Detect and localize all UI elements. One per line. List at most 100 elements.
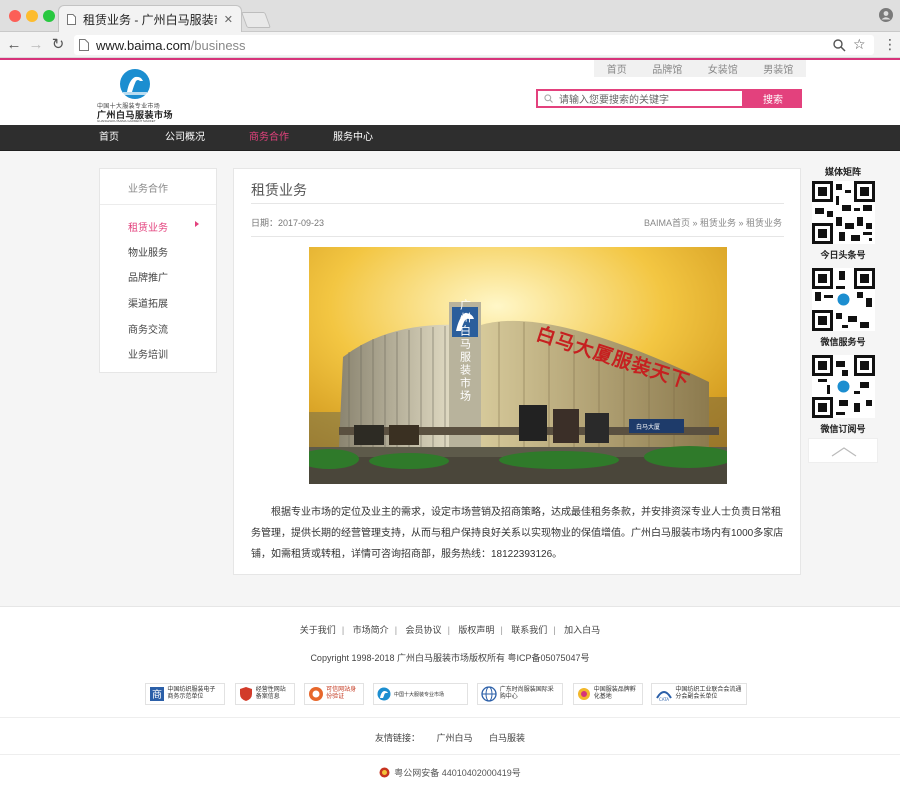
toutiao-qr-code[interactable] xyxy=(812,181,875,244)
sidebar-title: 业务合作 xyxy=(128,184,168,195)
media-title: 媒体矩阵 xyxy=(824,167,861,177)
close-tab-icon[interactable]: ✕ xyxy=(224,13,233,26)
horse-logo-icon xyxy=(120,69,150,99)
browser-tab-strip: 租赁业务 - 广州白马服装市场官方网站 ✕ xyxy=(0,0,900,33)
badge-site-record[interactable]: 经营性网站备案信息 xyxy=(235,683,295,705)
sidebar-item-channel[interactable]: 渠道拓展 xyxy=(128,295,168,310)
friend-links: 友情链接： 广州白马 白马服装 xyxy=(0,731,900,744)
svg-text:商: 商 xyxy=(152,688,162,701)
close-window-button[interactable] xyxy=(9,10,21,22)
main-navigation: 首页 公司概况 商务合作 服务中心 xyxy=(0,125,900,151)
url-text: www.baima.com/business xyxy=(96,38,246,53)
building-photo: 广州白马服装市场 白马大厦服装天下 白马大厦 xyxy=(309,247,727,484)
top-link-womens[interactable]: 女装馆 xyxy=(708,61,738,76)
nav-business[interactable]: 商务合作 xyxy=(249,125,289,151)
maximize-window-button[interactable] xyxy=(43,10,55,22)
page-icon xyxy=(67,14,76,25)
shield-icon xyxy=(240,687,252,701)
title-divider xyxy=(251,203,784,204)
vertical-sign: 广州白马服装市场 xyxy=(459,299,472,403)
incubation-badge-icon xyxy=(578,688,590,700)
top-link-home[interactable]: 首页 xyxy=(607,61,627,76)
footer-divider xyxy=(0,754,900,755)
top-links: 首页 品牌馆 女装馆 男装馆 xyxy=(594,60,806,77)
page-info-icon[interactable] xyxy=(79,39,89,51)
police-emblem-icon xyxy=(379,767,390,778)
trusted-badge-icon xyxy=(309,687,323,701)
article-body: 根据专业市场的定位及业主的需求，设定市场营销及招商策略，达成最佳租务条款，并安排… xyxy=(251,507,784,560)
police-record[interactable]: 粤公网安备 44010402000419号 xyxy=(0,766,900,779)
badge-federation[interactable]: CATA 中国纺织工业联合会流通分会副会长单位 xyxy=(651,683,747,705)
footer-link-join[interactable]: 加入白马 xyxy=(558,625,606,635)
badge-incubation-base[interactable]: 中国服装品牌孵化基地 xyxy=(573,683,643,705)
article-panel: 租赁业务 日期：2017-09-23 BAIMA首页 » 租赁业务 » 租赁业务… xyxy=(233,168,801,575)
bookmark-star-icon[interactable]: ☆ xyxy=(853,36,866,53)
sidebar-item-leasing[interactable]: 租赁业务 xyxy=(128,219,168,234)
back-arrow-icon[interactable]: ← xyxy=(6,36,22,54)
address-toolbar: ← → ↻ www.baima.com/business ☆ ⋮ xyxy=(0,32,900,58)
sidebar-item-exchange[interactable]: 商务交流 xyxy=(128,321,168,336)
footer-link-agreement[interactable]: 会员协议 xyxy=(400,625,448,635)
address-bar[interactable]: www.baima.com/business ☆ xyxy=(74,35,874,55)
footer-link-copyright[interactable]: 版权声明 xyxy=(452,625,500,635)
copyright-text: Copyright 1998-2018 广州白马服装市场版权所有 粤ICP备05… xyxy=(310,653,590,663)
nav-service[interactable]: 服务中心 xyxy=(333,125,373,151)
badge-top-ten-market[interactable]: 中国十大服装专业市场 xyxy=(373,683,468,705)
sidebar-menu: 业务合作 租赁业务 物业服务 品牌推广 渠道拓展 商务交流 业务培训 xyxy=(99,168,217,373)
globe-icon xyxy=(481,686,497,702)
minimize-window-button[interactable] xyxy=(26,10,38,22)
forward-arrow-icon[interactable]: → xyxy=(28,36,44,54)
site-footer: 关于我们 | 市场简介 | 会员协议 | 版权声明 | 联系我们 | 加入白马 Copyr… xyxy=(0,606,900,795)
profile-icon[interactable] xyxy=(879,8,893,22)
horse-logo-icon xyxy=(377,687,391,701)
badge-ecommerce[interactable]: 商 中国纺织服装电子商务示范单位 xyxy=(145,683,225,705)
footer-link-about[interactable]: 关于我们 xyxy=(294,625,342,635)
storefront-sign: 白马大厦 xyxy=(636,423,660,431)
back-to-top-button[interactable] xyxy=(808,438,878,463)
federation-badge-icon: CATA xyxy=(656,691,672,702)
breadcrumb[interactable]: BAIMA首页 » 租赁业务 » 租赁业务 xyxy=(644,216,782,229)
ecommerce-badge-icon: 商 xyxy=(150,687,164,701)
sidebar-item-training[interactable]: 业务培训 xyxy=(128,346,168,361)
meta-divider xyxy=(251,236,784,237)
zoom-icon[interactable] xyxy=(833,39,846,52)
badge-trusted-site[interactable]: 可信网站身份验证 xyxy=(304,683,364,705)
article-date: 日期：2017-09-23 xyxy=(251,218,325,228)
certification-badges: 商 中国纺织服装电子商务示范单位 经营性网站备案信息 可信网站身份验证 中国十大… xyxy=(145,683,755,705)
footer-link-contact[interactable]: 联系我们 xyxy=(505,625,553,635)
friend-link-baima-garment[interactable]: 白马服装 xyxy=(482,733,532,743)
qr-caption-toutiao: 今日头条号 xyxy=(820,250,866,260)
nav-company[interactable]: 公司概况 xyxy=(165,125,205,151)
menu-dots-icon[interactable]: ⋮ xyxy=(883,36,897,52)
top-link-mens[interactable]: 男装馆 xyxy=(763,61,793,76)
chevron-up-icon xyxy=(831,447,857,457)
logo-english: GUANGZHOU BAIMA GARMENT MARKET xyxy=(97,119,156,123)
friend-links-label: 友情链接： xyxy=(374,733,420,743)
friend-link-baima[interactable]: 广州白马 xyxy=(429,733,479,743)
search-icon xyxy=(544,94,553,103)
footer-divider xyxy=(0,717,900,718)
site-logo[interactable]: 中国十大服装专业市场 广州白马服装市场 GUANGZHOU BAIMA GARM… xyxy=(97,68,177,123)
top-link-brands[interactable]: 品牌馆 xyxy=(652,61,682,76)
nav-home[interactable]: 首页 xyxy=(99,125,119,151)
site-header: 中国十大服装专业市场 广州白马服装市场 GUANGZHOU BAIMA GARM… xyxy=(0,60,900,125)
search-input[interactable]: 请输入您要搜索的关键字 xyxy=(536,89,744,108)
badge-procurement-center[interactable]: 广东时尚服装国际采购中心 xyxy=(477,683,563,705)
qr-caption-wechat-service: 微信服务号 xyxy=(820,337,866,347)
reload-icon[interactable]: ↻ xyxy=(50,36,66,54)
svg-text:CATA: CATA xyxy=(659,697,669,702)
sidebar-item-property[interactable]: 物业服务 xyxy=(128,244,168,259)
sidebar-item-brand[interactable]: 品牌推广 xyxy=(128,269,168,284)
footer-links: 关于我们 | 市场简介 | 会员协议 | 版权声明 | 联系我们 | 加入白马 xyxy=(0,623,900,636)
wechat-subscribe-qr-code[interactable] xyxy=(812,355,875,418)
search-button[interactable]: 搜索 xyxy=(744,89,802,108)
wechat-service-qr-code[interactable] xyxy=(812,268,875,331)
tab-title: 租赁业务 - 广州白马服装市场官方网站 xyxy=(83,13,217,27)
browser-tab-active[interactable]: 租赁业务 - 广州白马服装市场官方网站 ✕ xyxy=(58,5,242,33)
footer-link-intro[interactable]: 市场简介 xyxy=(347,625,395,635)
sidebar-divider xyxy=(100,204,216,205)
search-placeholder: 请输入您要搜索的关键字 xyxy=(559,95,669,106)
new-tab-button[interactable] xyxy=(241,12,271,28)
qr-caption-wechat-subscribe: 微信订阅号 xyxy=(820,424,866,434)
article-title: 租赁业务 xyxy=(251,182,307,198)
